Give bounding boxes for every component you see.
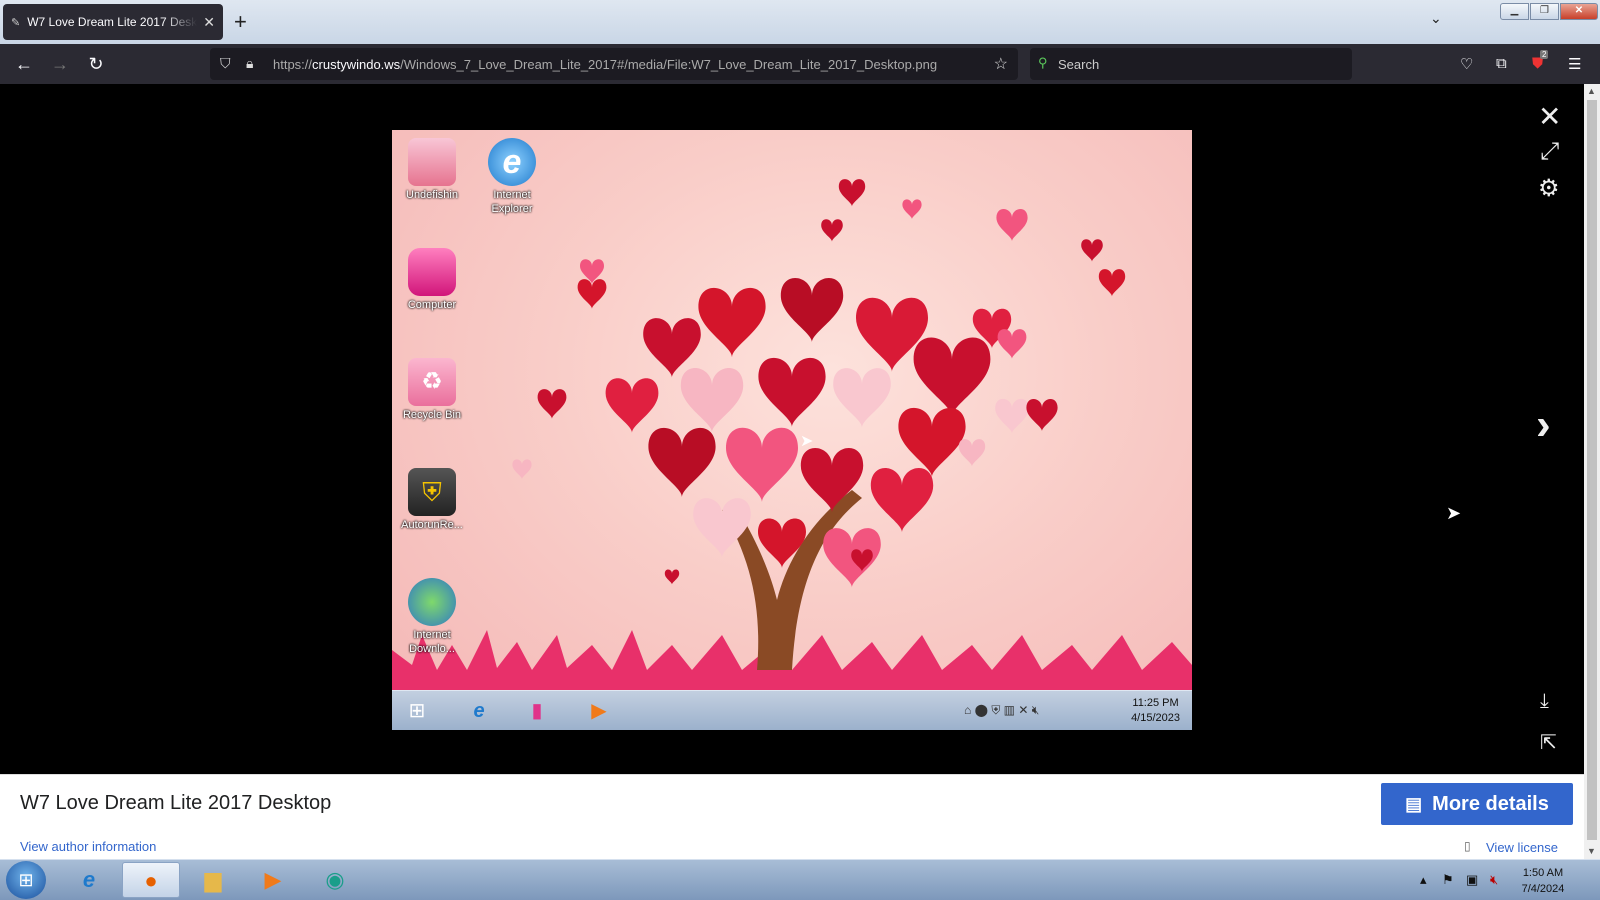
url-text[interactable]: https://crustywindo.ws/Windows_7_Love_Dr… — [273, 57, 937, 72]
show-hidden-icons-icon[interactable]: ▴ — [1420, 872, 1427, 888]
pocket-icon[interactable]: ♡ — [1460, 55, 1473, 73]
favicon-icon: ✎ — [11, 16, 21, 29]
license-link[interactable]: View license — [1486, 840, 1558, 855]
bookmark-star-icon[interactable]: ☆ — [994, 54, 1008, 74]
tab-list-chevron-icon[interactable]: ⌄ — [1430, 10, 1442, 27]
extension-badge: 2 — [1540, 50, 1549, 59]
scroll-down-icon[interactable]: ▼ — [1587, 846, 1596, 856]
media-player-taskbar-icon: ▶ — [591, 700, 607, 722]
navigation-toolbar: ← → ↻ ⛉ 🔒︎ https://crustywindo.ws/Window… — [0, 44, 1600, 84]
new-tab-button[interactable]: + — [234, 9, 247, 35]
taskbar-explorer-folder-icon[interactable]: ▆ — [184, 862, 242, 898]
shield-icon[interactable]: ⛉ — [220, 55, 231, 72]
document-icon: ▤ — [1405, 793, 1423, 814]
search-input[interactable]: ⚲ Search — [1030, 48, 1352, 80]
page-scrollbar[interactable]: ▲ ▼ — [1584, 84, 1600, 859]
browser-tab-strip: ✎ W7 Love Dream Lite 2017 Desktop ✕ + ⌄ … — [0, 0, 1600, 44]
scroll-up-icon[interactable]: ▲ — [1587, 86, 1596, 96]
restore-button[interactable]: ❐ — [1530, 3, 1559, 20]
network-icon[interactable]: ▣ — [1466, 872, 1478, 888]
taskbar-media-player-icon[interactable]: ▶ — [244, 862, 302, 898]
window-close-button[interactable]: ✕ — [1560, 3, 1598, 20]
taskbar-internet-explorer-icon[interactable]: e — [60, 862, 118, 898]
windows-logo-icon: ⊞ — [18, 870, 34, 890]
scroll-thumb[interactable] — [1587, 100, 1597, 840]
more-details-label: More details — [1432, 792, 1549, 815]
taskbar-app-icon[interactable]: ◉ — [306, 862, 364, 898]
image-title: W7 Love Dream Lite 2017 Desktop — [20, 792, 332, 814]
screenshot-clock: 11:25 PM 4/15/2023 — [1131, 697, 1180, 724]
menu-icon[interactable]: ☰ — [1568, 55, 1581, 73]
address-bar[interactable]: ⛉ 🔒︎ https://crustywindo.ws/Windows_7_Lo… — [210, 48, 1018, 80]
desktop-icon-undefishin[interactable]: Undefishin — [392, 138, 472, 202]
browser-tab[interactable]: ✎ W7 Love Dream Lite 2017 Desktop ✕ — [3, 4, 223, 40]
start-orb-icon: ⊞ — [408, 700, 426, 722]
expand-icon[interactable]: ⤢ — [1540, 138, 1559, 166]
doll-icon — [408, 138, 456, 186]
computer-icon — [408, 248, 456, 296]
extensions-icon[interactable]: ⧉ — [1496, 55, 1507, 72]
folder-taskbar-icon: ▮ — [531, 700, 543, 722]
screenshot-taskbar: ⊞ e ▮ ▶ ⌂ ⬤ ⛨ ▥ ✕ 🔇︎ 11:25 PM 4/15/2023 — [392, 690, 1192, 730]
system-clock[interactable]: 1:50 AM 7/4/2024 — [1508, 865, 1578, 897]
close-icon[interactable]: ✕ — [1538, 100, 1561, 133]
license-icon: ▯ — [1464, 839, 1471, 853]
action-center-flag-icon[interactable]: ⚑ — [1442, 872, 1454, 888]
author-info-link[interactable]: View author information — [20, 839, 156, 854]
reload-icon[interactable]: ↻ — [84, 52, 108, 76]
tab-close-icon[interactable]: ✕ — [203, 14, 215, 31]
autorun-shield-icon: ⛨ — [408, 468, 456, 516]
windows-taskbar: ⊞ e ● ▆ ▶ ◉ ▴ ⚑ ▣ 🔇︎ 1:50 AM 7/4/2024 — [0, 859, 1600, 900]
search-engine-icon: ⚲ — [1038, 55, 1048, 70]
gear-icon[interactable]: ⚙ — [1538, 174, 1560, 203]
desktop-icon-autorun[interactable]: ⛨ AutorunRe... — [392, 468, 472, 532]
desktop-icon-computer[interactable]: Computer — [392, 248, 472, 312]
ie-taskbar-icon: e — [473, 700, 485, 722]
chevron-right-icon[interactable]: › — [1536, 400, 1551, 450]
download-icon[interactable]: ⤓ — [1540, 690, 1549, 713]
forward-icon[interactable]: → — [48, 52, 72, 76]
desktop-icon-internet-explorer[interactable]: e Internet Explorer — [472, 138, 552, 216]
taskbar-firefox-icon[interactable]: ● — [122, 862, 180, 898]
tab-title: W7 Love Dream Lite 2017 Desktop — [27, 15, 198, 29]
desktop-icon-recycle-bin[interactable]: ♻ Recycle Bin — [392, 358, 472, 422]
more-details-button[interactable]: ▤ More details — [1381, 783, 1573, 825]
share-icon[interactable]: ⇱ — [1540, 730, 1557, 755]
start-button[interactable]: ⊞ — [6, 861, 46, 899]
desktop-icon-internet-download[interactable]: Internet Downlo... — [392, 578, 472, 656]
search-placeholder: Search — [1058, 57, 1100, 72]
tray-icons: ⌂ ⬤ ⛨ ▥ ✕ 🔇︎ — [964, 703, 1040, 717]
mouse-cursor-icon: ➤ — [1446, 503, 1462, 523]
internet-download-icon — [408, 578, 456, 626]
volume-muted-icon[interactable]: 🔇︎ — [1490, 872, 1498, 888]
lock-icon[interactable]: 🔒︎ — [246, 55, 253, 72]
recycle-bin-icon: ♻ — [408, 358, 456, 406]
inner-cursor-icon: ➤ — [800, 433, 814, 450]
back-icon[interactable]: ← — [12, 52, 36, 76]
internet-explorer-icon: e — [488, 138, 536, 186]
minimize-button[interactable]: ▁ — [1500, 3, 1529, 20]
desktop-screenshot-image: Undefishin e Internet Explorer Computer … — [392, 130, 1192, 730]
caption-panel: W7 Love Dream Lite 2017 Desktop ▤ More d… — [0, 774, 1584, 859]
